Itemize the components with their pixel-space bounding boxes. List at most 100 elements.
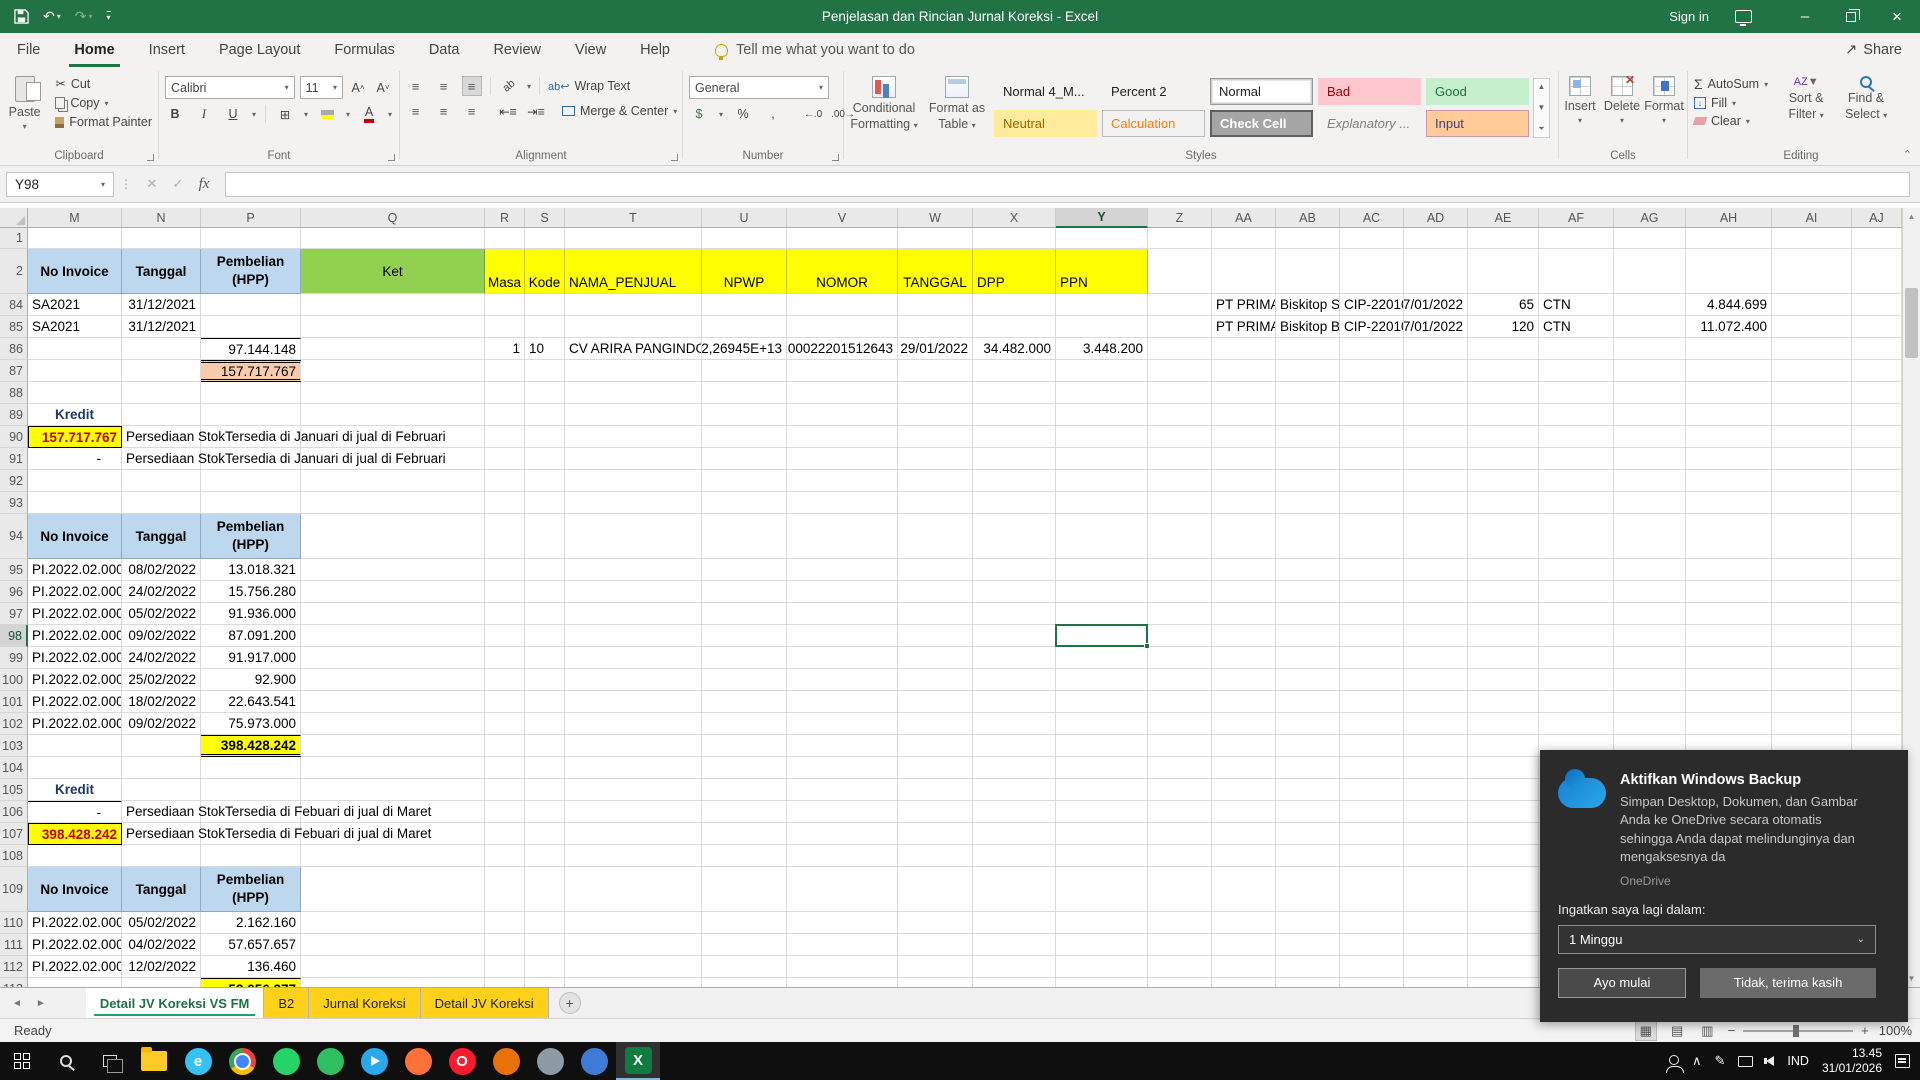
cell-W90[interactable] xyxy=(898,426,973,448)
cell-Q111[interactable] xyxy=(301,934,485,956)
cell-AC90[interactable] xyxy=(1340,426,1404,448)
cell-S93[interactable] xyxy=(525,492,565,514)
cell-U92[interactable] xyxy=(702,470,787,492)
cell-S103[interactable] xyxy=(525,735,565,757)
cell-AD108[interactable] xyxy=(1404,845,1468,867)
cell-S86[interactable]: 10 xyxy=(525,338,565,360)
cell-X87[interactable] xyxy=(973,360,1056,382)
cell-M97[interactable]: PI.2022.02.00057 xyxy=(28,603,122,625)
cell-Y1[interactable] xyxy=(1056,228,1148,249)
cell-M86[interactable] xyxy=(28,338,122,360)
cell-AI95[interactable] xyxy=(1772,559,1852,581)
cell-P112[interactable]: 136.460 xyxy=(201,956,301,978)
cell-style-normal-4-m-[interactable]: Normal 4_M... xyxy=(994,78,1097,105)
start-backup-button[interactable]: Ayo mulai xyxy=(1558,967,1686,998)
volume-tray-icon[interactable] xyxy=(1764,1056,1775,1066)
cell-AE101[interactable] xyxy=(1468,691,1539,713)
cell-AC104[interactable] xyxy=(1340,757,1404,779)
display-tray-icon[interactable] xyxy=(1738,1055,1754,1067)
cell-Z106[interactable] xyxy=(1148,801,1212,823)
cell-W87[interactable] xyxy=(898,360,973,382)
cell-AB102[interactable] xyxy=(1276,713,1340,735)
cell-X91[interactable] xyxy=(973,448,1056,470)
cell-U98[interactable] xyxy=(702,625,787,647)
cell-P97[interactable]: 91.936.000 xyxy=(201,603,301,625)
cell-Y89[interactable] xyxy=(1056,404,1148,426)
cell-M103[interactable] xyxy=(28,735,122,757)
cell-U89[interactable] xyxy=(702,404,787,426)
cell-W2[interactable]: TANGGAL xyxy=(898,249,973,294)
cell-Y90[interactable] xyxy=(1056,426,1148,448)
cell-Z104[interactable] xyxy=(1148,757,1212,779)
cell-AF96[interactable] xyxy=(1539,581,1614,603)
cell-AG93[interactable] xyxy=(1614,492,1686,514)
cell-U97[interactable] xyxy=(702,603,787,625)
cell-AJ88[interactable] xyxy=(1852,382,1902,404)
cell-S99[interactable] xyxy=(525,647,565,669)
cell-style-percent-2[interactable]: Percent 2 xyxy=(1102,78,1205,105)
cell-AD107[interactable] xyxy=(1404,823,1468,845)
cell-S107[interactable] xyxy=(525,823,565,845)
cell-AD1[interactable] xyxy=(1404,228,1468,249)
taskbar-app-phone[interactable] xyxy=(308,1042,352,1080)
cell-AC89[interactable] xyxy=(1340,404,1404,426)
cell-N113[interactable] xyxy=(122,978,201,987)
tell-me-box[interactable]: Tell me what you want to do xyxy=(715,42,915,60)
sheet-tab-b2[interactable]: B2 xyxy=(264,988,310,1018)
cell-Z90[interactable] xyxy=(1148,426,1212,448)
cell-P103[interactable]: 398.428.242 xyxy=(201,735,301,757)
cell-AA100[interactable] xyxy=(1212,669,1276,691)
cell-N109[interactable]: Tanggal xyxy=(122,867,201,912)
cell-X95[interactable] xyxy=(973,559,1056,581)
row-header-1[interactable]: 1 xyxy=(0,228,28,249)
cell-T89[interactable] xyxy=(565,404,702,426)
cell-X110[interactable] xyxy=(973,912,1056,934)
fill-button[interactable]: ↓ Fill ▾ xyxy=(1694,96,1768,110)
cell-AA106[interactable] xyxy=(1212,801,1276,823)
cell-AB84[interactable]: Biskitop Sti xyxy=(1276,294,1340,316)
cell-P98[interactable]: 87.091.200 xyxy=(201,625,301,647)
clipboard-dialog-launcher[interactable] xyxy=(147,154,154,161)
bold-button[interactable]: B xyxy=(165,104,185,124)
cell-AD99[interactable] xyxy=(1404,647,1468,669)
cell-AG87[interactable] xyxy=(1614,360,1686,382)
cell-T85[interactable] xyxy=(565,316,702,338)
cell-Z94[interactable] xyxy=(1148,514,1212,559)
cell-W100[interactable] xyxy=(898,669,973,691)
cell-T1[interactable] xyxy=(565,228,702,249)
cell-N90[interactable]: Persediaan StokTersedia di Januari di ju… xyxy=(122,426,446,448)
cell-U108[interactable] xyxy=(702,845,787,867)
cell-M94[interactable]: No Invoice xyxy=(28,514,122,559)
cell-AC86[interactable] xyxy=(1340,338,1404,360)
cell-AD89[interactable] xyxy=(1404,404,1468,426)
increase-decimal-icon[interactable]: ←.0 xyxy=(803,104,823,124)
cell-S95[interactable] xyxy=(525,559,565,581)
cell-AJ84[interactable] xyxy=(1852,294,1902,316)
cell-N87[interactable] xyxy=(122,360,201,382)
cell-X111[interactable] xyxy=(973,934,1056,956)
cell-Z98[interactable] xyxy=(1148,625,1212,647)
cell-AE103[interactable] xyxy=(1468,735,1539,757)
cell-AE105[interactable] xyxy=(1468,779,1539,801)
cell-AJ98[interactable] xyxy=(1852,625,1902,647)
cell-V92[interactable] xyxy=(787,470,898,492)
cell-AB92[interactable] xyxy=(1276,470,1340,492)
cell-X94[interactable] xyxy=(973,514,1056,559)
cell-AJ101[interactable] xyxy=(1852,691,1902,713)
cell-N91[interactable]: Persediaan StokTersedia di Januari di ju… xyxy=(122,448,446,470)
cell-Z110[interactable] xyxy=(1148,912,1212,934)
cell-X85[interactable] xyxy=(973,316,1056,338)
cell-T95[interactable] xyxy=(565,559,702,581)
cell-AA91[interactable] xyxy=(1212,448,1276,470)
cell-N89[interactable] xyxy=(122,404,201,426)
row-header-86[interactable]: 86 xyxy=(0,338,28,360)
cell-AJ86[interactable] xyxy=(1852,338,1902,360)
cell-X96[interactable] xyxy=(973,581,1056,603)
cell-AH85[interactable]: 11.072.400 xyxy=(1686,316,1772,338)
cell-P94[interactable]: Pembelian (HPP) xyxy=(201,514,301,559)
cell-Q97[interactable] xyxy=(301,603,485,625)
row-header-93[interactable]: 93 xyxy=(0,492,28,514)
cell-AF84[interactable]: CTN xyxy=(1539,294,1614,316)
cell-P86[interactable]: 97.144.148 xyxy=(201,338,301,360)
cell-AA101[interactable] xyxy=(1212,691,1276,713)
